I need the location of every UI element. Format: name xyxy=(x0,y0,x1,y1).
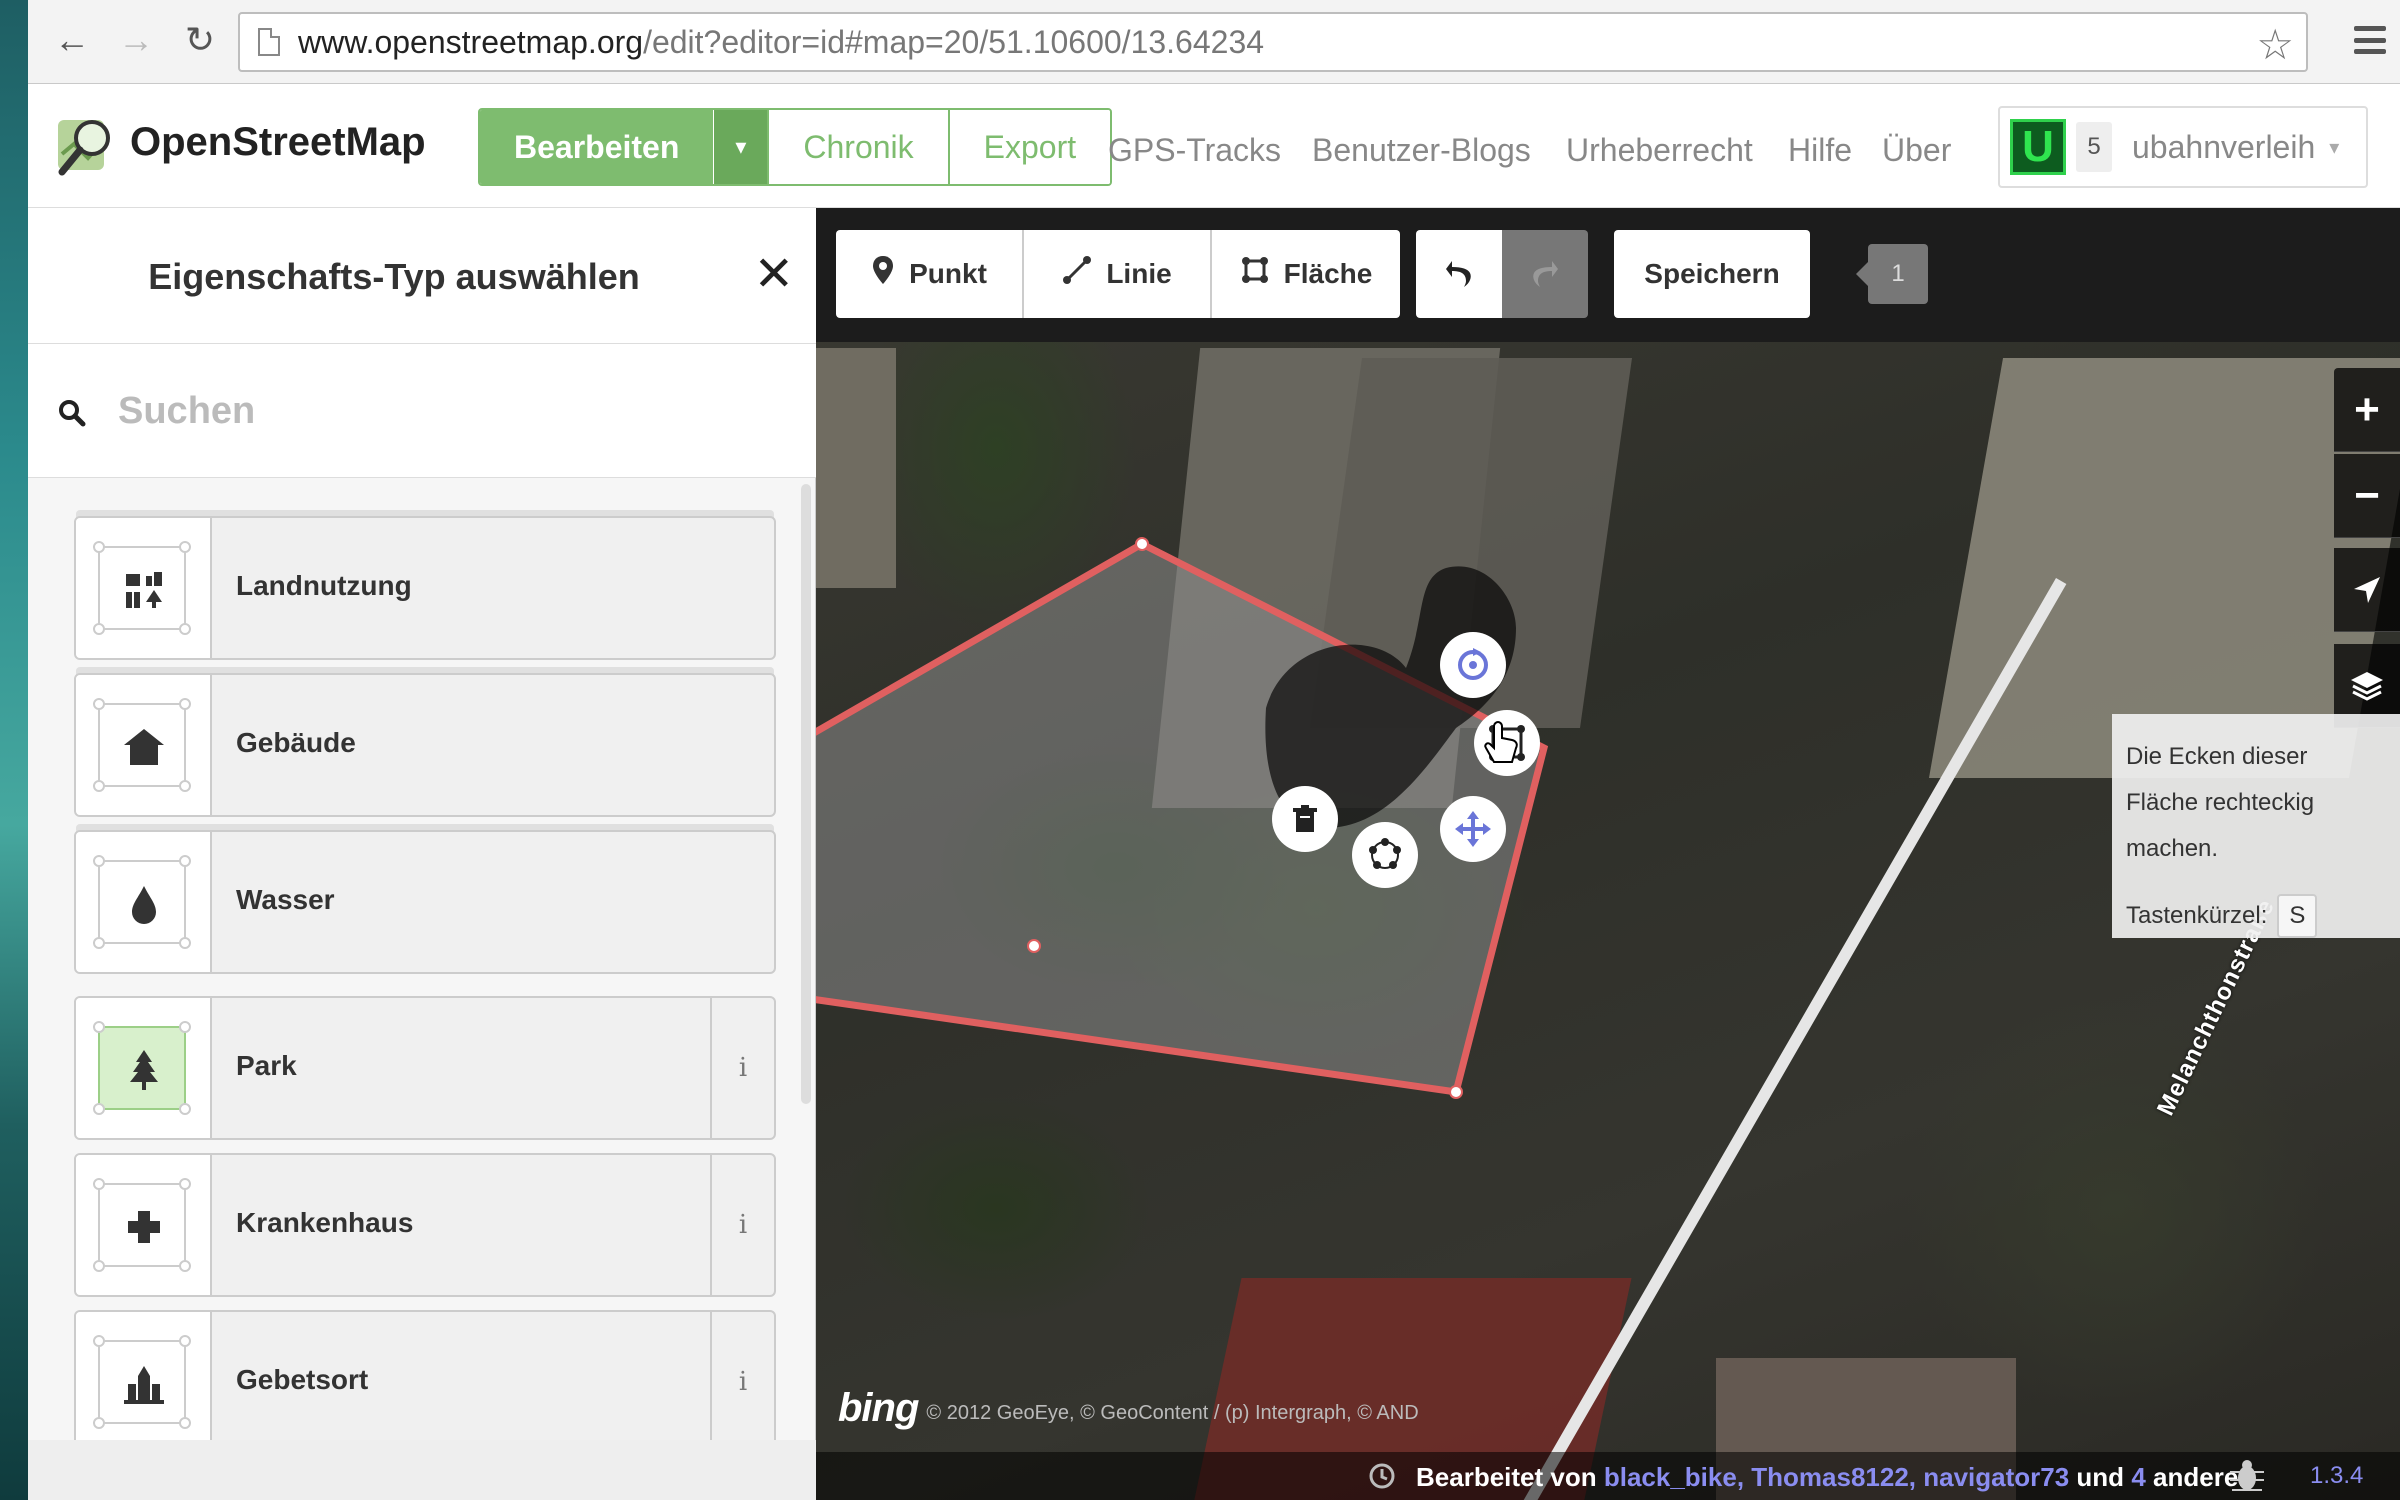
redo-icon[interactable] xyxy=(1502,230,1588,318)
bug-report-icon[interactable] xyxy=(2228,1458,2266,1494)
address-bar[interactable]: www.openstreetmap.org/edit?editor=id#map… xyxy=(238,12,2308,72)
search-bar xyxy=(28,344,816,478)
sidebar-footer xyxy=(28,1440,816,1500)
info-button[interactable]: i xyxy=(710,1312,774,1452)
info-button[interactable]: i xyxy=(710,1155,774,1295)
bookmark-star-icon[interactable]: ☆ xyxy=(2256,20,2294,69)
browser-window: ← → ↻ www.openstreetmap.org/edit?editor=… xyxy=(28,0,2400,1500)
url-path: /edit?editor=id#map=20/51.10600/13.64234 xyxy=(643,23,1265,60)
nav-about[interactable]: Über xyxy=(1882,132,1951,169)
contributors-prefix: Bearbeitet von xyxy=(1416,1462,1597,1492)
search-input[interactable] xyxy=(118,378,738,444)
back-arrow-icon[interactable]: ← xyxy=(48,16,96,64)
line-icon xyxy=(1062,255,1092,293)
nav-gps-tracks[interactable]: GPS-Tracks xyxy=(1108,132,1281,169)
preset-label: Gebetsort xyxy=(236,1364,369,1395)
preset-sidebar: Eigenschafts-Typ auswählen ✕ Landnu xyxy=(28,208,816,1500)
export-button[interactable]: Export xyxy=(947,110,1111,184)
tree-icon xyxy=(100,1028,188,1112)
preset-label: Landnutzung xyxy=(236,570,412,601)
preset-item-park[interactable]: Park i xyxy=(74,996,776,1140)
nav-user-blogs[interactable]: Benutzer-Blogs xyxy=(1312,132,1531,169)
osm-header: OpenStreetMap Bearbeiten ▾ Chronik Expor… xyxy=(28,84,2400,208)
history-button[interactable]: Chronik xyxy=(767,110,948,184)
preset-item-landuse[interactable]: Landnutzung xyxy=(74,516,776,660)
preset-label: Wasser xyxy=(236,884,335,915)
cursor-hand-icon xyxy=(1484,720,1518,763)
imagery-attribution: bing © 2012 GeoEye, © GeoContent / (p) I… xyxy=(838,1386,1419,1431)
version-link[interactable]: 1.3.4 xyxy=(2310,1462,2363,1490)
attribution-text[interactable]: © 2012 GeoEye, © GeoContent / (p) Interg… xyxy=(926,1402,1418,1425)
add-point-button[interactable]: Punkt xyxy=(836,230,1022,318)
chevron-down-icon: ▾ xyxy=(2329,136,2340,159)
zoom-out-icon[interactable]: − xyxy=(2334,454,2400,538)
contributors-and: und xyxy=(2076,1462,2125,1492)
preset-label: Park xyxy=(236,1050,297,1081)
pin-icon xyxy=(871,255,895,293)
scrollbar-thumb[interactable] xyxy=(801,484,811,1104)
map-canvas[interactable]: Melanchthonstraße Punkt Linie Fläche Spe… xyxy=(816,208,2400,1500)
geolocate-icon[interactable] xyxy=(2334,548,2400,632)
undo-icon[interactable] xyxy=(1416,230,1502,318)
add-line-label: Linie xyxy=(1106,258,1172,289)
message-count-badge: 5 xyxy=(2076,122,2112,172)
preset-item-water[interactable]: Wasser xyxy=(74,830,776,974)
landuse-icon xyxy=(100,548,188,632)
circularize-icon[interactable] xyxy=(1352,822,1418,888)
brand-name[interactable]: OpenStreetMap xyxy=(130,120,426,165)
edit-dropdown-caret-icon[interactable]: ▾ xyxy=(713,110,768,184)
browser-menu-icon[interactable] xyxy=(2350,18,2390,62)
shortcut-key: S xyxy=(2277,894,2318,938)
close-icon[interactable]: ✕ xyxy=(754,246,794,302)
hospital-cross-icon xyxy=(100,1185,188,1269)
user-menu[interactable]: U 5 ubahnverleih ▾ xyxy=(1998,106,2368,188)
preset-label: Gebäude xyxy=(236,727,356,758)
search-icon xyxy=(59,400,86,427)
preset-item-building[interactable]: Gebäude xyxy=(74,673,776,817)
edit-button-group: Bearbeiten ▾ Chronik Export xyxy=(478,108,1113,186)
contributors-links[interactable]: black_bike, Thomas8122, navigator73 xyxy=(1604,1462,2069,1492)
preset-item-place-of-worship[interactable]: Gebetsort i xyxy=(74,1310,776,1454)
orthogonalize-tooltip: Die Ecken dieser Fläche rechteckig mache… xyxy=(2112,714,2400,938)
tooltip-text: Die Ecken dieser Fläche rechteckig mache… xyxy=(2126,743,2315,862)
bing-logo[interactable]: bing xyxy=(838,1386,919,1431)
contributors-others-count[interactable]: 4 xyxy=(2131,1462,2145,1492)
sidebar-header: Eigenschafts-Typ auswählen ✕ xyxy=(28,208,816,344)
nav-help[interactable]: Hilfe xyxy=(1788,132,1852,169)
history-clock-icon xyxy=(1369,1463,1395,1489)
shortcut-label: Tastenkürzel: xyxy=(2126,902,2268,929)
avatar: U xyxy=(2010,119,2066,175)
zoom-in-icon[interactable]: + xyxy=(2334,368,2400,452)
add-area-label: Fläche xyxy=(1283,258,1373,289)
move-icon[interactable] xyxy=(1440,796,1506,862)
sidebar-title: Eigenschafts-Typ auswählen xyxy=(148,256,640,297)
delete-icon[interactable] xyxy=(1272,786,1338,852)
nav-copyright[interactable]: Urheberrecht xyxy=(1566,132,1753,169)
user-name: ubahnverleih xyxy=(2132,128,2316,165)
edit-count-badge: 1 xyxy=(1856,244,1928,304)
forward-arrow-icon[interactable]: → xyxy=(112,16,160,64)
building-icon xyxy=(100,705,188,789)
add-line-button[interactable]: Linie xyxy=(1022,230,1210,318)
url-host: www.openstreetmap.org xyxy=(298,23,644,60)
rotate-icon[interactable] xyxy=(1440,632,1506,698)
place-of-worship-icon xyxy=(100,1342,188,1426)
preset-label: Krankenhaus xyxy=(236,1207,414,1238)
add-area-button[interactable]: Fläche xyxy=(1210,230,1400,318)
reload-icon[interactable]: ↻ xyxy=(176,16,224,64)
browser-toolbar: ← → ↻ www.openstreetmap.org/edit?editor=… xyxy=(28,0,2400,84)
water-icon xyxy=(100,862,188,946)
preset-item-hospital[interactable]: Krankenhaus i xyxy=(74,1153,776,1297)
desktop-background xyxy=(0,0,28,1500)
map-footer: Bearbeitet von black_bike, Thomas8122, n… xyxy=(816,1452,2400,1500)
add-point-label: Punkt xyxy=(909,258,987,289)
edit-button[interactable]: Bearbeiten xyxy=(480,110,714,184)
save-button[interactable]: Speichern xyxy=(1614,230,1810,318)
osm-logo-icon[interactable] xyxy=(54,114,120,180)
info-button[interactable]: i xyxy=(710,998,774,1138)
page-icon xyxy=(258,28,280,56)
area-icon xyxy=(1240,255,1270,293)
